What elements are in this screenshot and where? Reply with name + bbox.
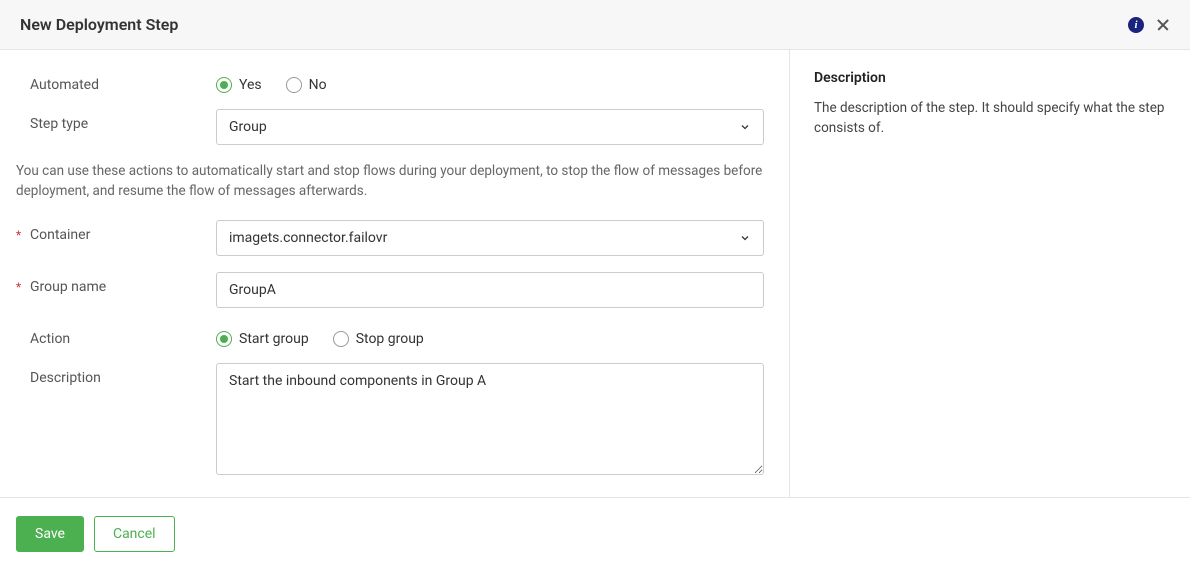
radio-icon	[333, 331, 349, 347]
chevron-down-icon	[739, 121, 751, 133]
step-type-label: Step type	[30, 116, 88, 132]
cancel-button[interactable]: Cancel	[94, 516, 175, 552]
dialog-header: New Deployment Step i	[0, 0, 1190, 50]
chevron-down-icon	[739, 232, 751, 244]
container-row: * Container imagets.connector.failovr	[16, 220, 769, 256]
action-label: Action	[30, 331, 70, 347]
radio-icon	[216, 331, 232, 347]
radio-label: Yes	[239, 77, 262, 93]
container-label: Container	[30, 227, 90, 243]
required-indicator: *	[16, 228, 24, 242]
description-row: Description	[16, 363, 769, 479]
automated-yes-radio[interactable]: Yes	[216, 77, 262, 93]
help-panel: Description The description of the step.…	[790, 50, 1190, 497]
dialog-footer: Save Cancel	[0, 497, 1190, 570]
header-actions: i	[1128, 17, 1170, 33]
radio-label: Stop group	[356, 331, 424, 347]
step-type-row: Step type Group	[16, 109, 769, 145]
step-type-select[interactable]: Group	[216, 109, 764, 145]
step-type-info-text: You can use these actions to automatical…	[16, 161, 769, 202]
help-title: Description	[814, 70, 1170, 86]
group-name-row: * Group name	[16, 272, 769, 308]
help-text: The description of the step. It should s…	[814, 98, 1170, 139]
automated-row: Automated Yes No	[16, 70, 769, 93]
description-label: Description	[30, 370, 101, 386]
group-name-input[interactable]	[216, 272, 764, 308]
group-name-label: Group name	[30, 279, 106, 295]
description-textarea[interactable]	[216, 363, 764, 475]
select-value: Group	[229, 119, 267, 135]
container-select[interactable]: imagets.connector.failovr	[216, 220, 764, 256]
action-stop-radio[interactable]: Stop group	[333, 331, 424, 347]
action-start-radio[interactable]: Start group	[216, 331, 309, 347]
action-row: Action Start group Stop group	[16, 324, 769, 347]
form-panel: Automated Yes No Step type	[0, 50, 790, 497]
automated-no-radio[interactable]: No	[286, 77, 327, 93]
radio-icon	[216, 77, 232, 93]
close-icon[interactable]	[1156, 18, 1170, 32]
dialog-title: New Deployment Step	[20, 15, 178, 34]
automated-radio-group: Yes No	[216, 70, 764, 93]
step-type-info-row: You can use these actions to automatical…	[16, 161, 769, 202]
required-indicator: *	[16, 280, 24, 294]
info-icon[interactable]: i	[1128, 17, 1144, 33]
dialog-body: Automated Yes No Step type	[0, 50, 1190, 497]
save-button[interactable]: Save	[16, 516, 84, 552]
automated-label: Automated	[30, 77, 99, 93]
radio-label: Start group	[239, 331, 309, 347]
radio-icon	[286, 77, 302, 93]
select-value: imagets.connector.failovr	[229, 230, 387, 246]
action-radio-group: Start group Stop group	[216, 324, 764, 347]
radio-label: No	[309, 77, 327, 93]
